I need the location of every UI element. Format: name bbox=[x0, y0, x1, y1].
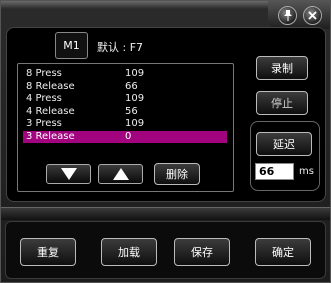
list-item-selected[interactable]: 3 Release 0 bbox=[23, 130, 227, 143]
record-button[interactable]: 录制 bbox=[256, 56, 308, 80]
ok-button[interactable]: 确定 bbox=[255, 238, 311, 266]
load-button[interactable]: 加载 bbox=[101, 238, 157, 266]
event-value: 66 bbox=[125, 80, 138, 92]
macro-slot-label[interactable]: M1 bbox=[55, 32, 88, 59]
event-name: 4 Release bbox=[26, 105, 75, 117]
move-down-button[interactable] bbox=[46, 164, 91, 184]
stop-button[interactable]: 停止 bbox=[256, 91, 308, 115]
list-item[interactable]: 4 Release 56 bbox=[23, 106, 227, 119]
event-value: 0 bbox=[125, 130, 132, 142]
default-key-label: 默认 : F7 bbox=[97, 41, 144, 54]
event-value: 109 bbox=[125, 68, 145, 79]
event-list: 8 Press 109 8 Release 66 4 Press 109 4 Rele… bbox=[23, 68, 227, 143]
macro-editor-window: M1 默认 : F7 8 Press 109 8 Release 66 4 Pres… bbox=[0, 0, 331, 283]
event-value: 109 bbox=[125, 118, 145, 129]
list-item[interactable]: 4 Press 109 bbox=[23, 93, 227, 106]
event-name: 4 Press bbox=[26, 93, 62, 104]
event-value: 109 bbox=[125, 93, 145, 104]
pin-icon[interactable] bbox=[278, 6, 297, 25]
event-name: 3 Press bbox=[26, 118, 62, 129]
move-up-button[interactable] bbox=[98, 164, 143, 184]
event-name: 8 Press bbox=[26, 68, 62, 79]
arrow-up-icon bbox=[112, 168, 129, 180]
list-item[interactable]: 8 Press 109 bbox=[23, 68, 227, 81]
delay-unit-label: ms bbox=[299, 166, 314, 177]
event-name: 3 Release bbox=[26, 130, 75, 142]
repeat-button[interactable]: 重复 bbox=[20, 238, 76, 266]
save-button[interactable]: 保存 bbox=[174, 238, 230, 266]
delay-button[interactable]: 延迟 bbox=[256, 132, 312, 156]
delete-button[interactable]: 删除 bbox=[154, 163, 200, 185]
footer-divider bbox=[1, 207, 330, 220]
event-name: 8 Release bbox=[26, 80, 75, 92]
event-value: 56 bbox=[125, 105, 138, 117]
delay-input[interactable]: 66 bbox=[255, 163, 294, 180]
close-icon[interactable] bbox=[303, 6, 322, 25]
list-item[interactable]: 3 Press 109 bbox=[23, 118, 227, 131]
list-item[interactable]: 8 Release 66 bbox=[23, 81, 227, 94]
arrow-down-icon bbox=[60, 168, 77, 180]
